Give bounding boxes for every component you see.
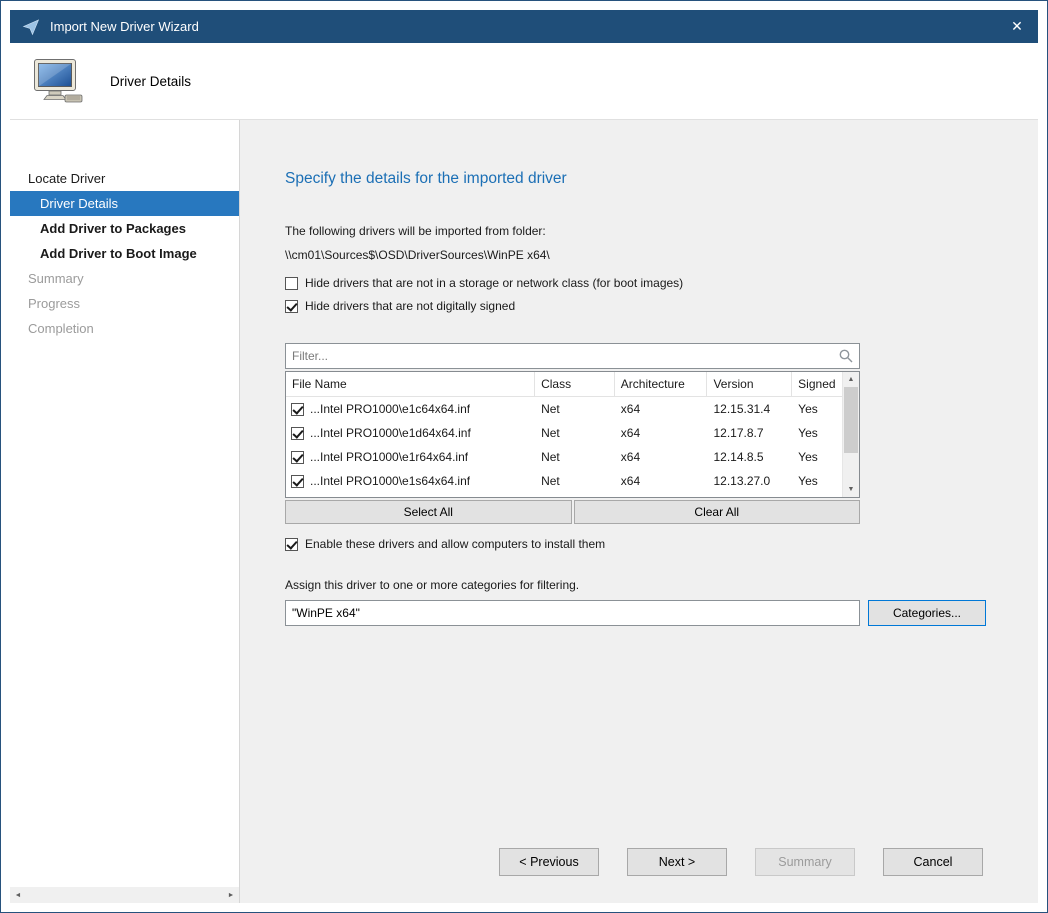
architecture-cell: x64 bbox=[615, 426, 708, 440]
wizard-steps-sidebar: Locate Driver Driver Details Add Driver … bbox=[10, 120, 240, 903]
search-icon bbox=[838, 348, 854, 364]
signed-cell: Yes bbox=[792, 474, 842, 488]
architecture-cell: x64 bbox=[615, 474, 708, 488]
class-cell: Net bbox=[535, 402, 615, 416]
column-file-name[interactable]: File Name bbox=[286, 372, 535, 396]
scroll-right-icon[interactable] bbox=[223, 887, 239, 903]
class-cell: Net bbox=[535, 450, 615, 464]
window-title: Import New Driver Wizard bbox=[50, 19, 199, 34]
sidebar-horizontal-scrollbar[interactable] bbox=[10, 887, 239, 903]
wizard-footer: < Previous Next > Summary Cancel bbox=[285, 848, 1038, 903]
row-checkbox[interactable] bbox=[291, 475, 304, 488]
checkbox-label: Hide drivers that are not in a storage o… bbox=[305, 276, 683, 290]
select-all-button[interactable]: Select All bbox=[285, 500, 572, 524]
column-architecture[interactable]: Architecture bbox=[615, 372, 708, 396]
file-name-cell: ...Intel PRO1000\e1c64x64.inf bbox=[310, 402, 470, 416]
class-cell: Net bbox=[535, 474, 615, 488]
computer-icon bbox=[32, 58, 84, 104]
hide-storage-checkbox[interactable]: Hide drivers that are not in a storage o… bbox=[285, 276, 1038, 290]
filter-box bbox=[285, 343, 860, 369]
summary-button: Summary bbox=[755, 848, 855, 876]
scroll-up-icon[interactable] bbox=[843, 372, 859, 387]
wizard-icon bbox=[22, 18, 40, 36]
step-summary: Summary bbox=[10, 266, 239, 291]
table-vertical-scrollbar[interactable] bbox=[842, 372, 859, 497]
version-cell: 12.15.31.4 bbox=[707, 402, 792, 416]
version-cell: 12.17.8.7 bbox=[707, 426, 792, 440]
step-completion: Completion bbox=[10, 316, 239, 341]
scrollbar-track[interactable] bbox=[26, 887, 223, 903]
enable-drivers-checkbox[interactable]: Enable these drivers and allow computers… bbox=[285, 537, 1038, 551]
header-title: Driver Details bbox=[110, 74, 191, 89]
cancel-button[interactable]: Cancel bbox=[883, 848, 983, 876]
filter-input[interactable] bbox=[285, 343, 860, 369]
signed-cell: Yes bbox=[792, 426, 842, 440]
signed-cell: Yes bbox=[792, 450, 842, 464]
intro-text: The following drivers will be imported f… bbox=[285, 224, 1038, 238]
file-name-cell: ...Intel PRO1000\e1s64x64.inf bbox=[310, 474, 470, 488]
signed-cell: Yes bbox=[792, 402, 842, 416]
selection-buttons: Select All Clear All bbox=[285, 500, 860, 524]
table-row[interactable]: ...Intel PRO1000\e1d64x64.inf Net x64 12… bbox=[286, 421, 859, 445]
scrollbar-thumb[interactable] bbox=[844, 387, 858, 453]
table-row[interactable]: ...Intel PRO1000\e1s64x64.inf Net x64 12… bbox=[286, 469, 859, 493]
row-checkbox[interactable] bbox=[291, 451, 304, 464]
scroll-down-icon[interactable] bbox=[843, 482, 859, 497]
checkbox-label: Enable these drivers and allow computers… bbox=[305, 537, 605, 551]
step-driver-details[interactable]: Driver Details bbox=[10, 191, 239, 216]
driver-table: File Name Class Architecture Version Sig… bbox=[285, 371, 860, 498]
clear-all-button[interactable]: Clear All bbox=[574, 500, 861, 524]
row-checkbox[interactable] bbox=[291, 427, 304, 440]
checkbox-box[interactable] bbox=[285, 277, 298, 290]
step-progress: Progress bbox=[10, 291, 239, 316]
checkbox-label: Hide drivers that are not digitally sign… bbox=[305, 299, 515, 313]
next-button[interactable]: Next > bbox=[627, 848, 727, 876]
hide-unsigned-checkbox[interactable]: Hide drivers that are not digitally sign… bbox=[285, 299, 1038, 313]
checkbox-box[interactable] bbox=[285, 538, 298, 551]
categories-button[interactable]: Categories... bbox=[868, 600, 986, 626]
scroll-left-icon[interactable] bbox=[10, 887, 26, 903]
class-cell: Net bbox=[535, 426, 615, 440]
row-checkbox[interactable] bbox=[291, 403, 304, 416]
column-version[interactable]: Version bbox=[707, 372, 792, 396]
file-name-cell: ...Intel PRO1000\e1r64x64.inf bbox=[310, 450, 468, 464]
version-cell: 12.14.8.5 bbox=[707, 450, 792, 464]
table-header: File Name Class Architecture Version Sig… bbox=[286, 372, 859, 397]
file-name-cell: ...Intel PRO1000\e1d64x64.inf bbox=[310, 426, 471, 440]
wizard-page-content: Specify the details for the imported dri… bbox=[240, 120, 1038, 903]
table-row[interactable]: ...Intel PRO1000\e1r64x64.inf Net x64 12… bbox=[286, 445, 859, 469]
import-driver-wizard-window: Import New Driver Wizard bbox=[0, 0, 1048, 913]
folder-path: \\cm01\Sources$\OSD\DriverSources\WinPE … bbox=[285, 248, 1038, 262]
table-body: ...Intel PRO1000\e1c64x64.inf Net x64 12… bbox=[286, 397, 859, 497]
close-button[interactable] bbox=[1000, 10, 1034, 43]
step-add-driver-to-packages[interactable]: Add Driver to Packages bbox=[10, 216, 239, 241]
architecture-cell: x64 bbox=[615, 402, 708, 416]
previous-button[interactable]: < Previous bbox=[499, 848, 599, 876]
assign-category-label: Assign this driver to one or more catego… bbox=[285, 578, 1038, 592]
architecture-cell: x64 bbox=[615, 450, 708, 464]
version-cell: 12.13.27.0 bbox=[707, 474, 792, 488]
scrollbar-track[interactable] bbox=[843, 453, 859, 482]
step-locate-driver[interactable]: Locate Driver bbox=[10, 166, 239, 191]
step-add-driver-to-boot-image[interactable]: Add Driver to Boot Image bbox=[10, 241, 239, 266]
checkbox-box[interactable] bbox=[285, 300, 298, 313]
column-signed[interactable]: Signed bbox=[792, 372, 842, 396]
column-class[interactable]: Class bbox=[535, 372, 615, 396]
page-title: Specify the details for the imported dri… bbox=[285, 170, 1038, 188]
page-header: Driver Details bbox=[10, 43, 1038, 119]
category-input[interactable] bbox=[285, 600, 860, 626]
titlebar: Import New Driver Wizard bbox=[10, 10, 1038, 43]
table-row[interactable]: ...Intel PRO1000\e1c64x64.inf Net x64 12… bbox=[286, 397, 859, 421]
category-row: Categories... bbox=[285, 600, 1038, 626]
